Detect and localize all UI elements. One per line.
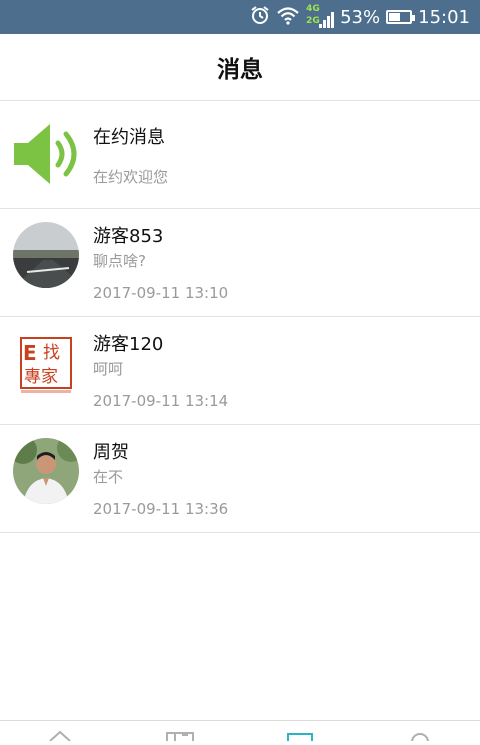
contact-name: 游客120 xyxy=(93,334,164,355)
tab-messages[interactable] xyxy=(240,721,360,745)
bottom-tab-bar xyxy=(0,720,480,745)
card-icon xyxy=(120,726,240,745)
title-bar: 消息 xyxy=(0,34,480,101)
message-preview: 聊点啥? xyxy=(93,252,146,270)
message-preview: 呵呵 xyxy=(93,360,124,378)
message-item-system[interactable]: 在约消息 在约欢迎您 xyxy=(0,101,480,209)
contact-name: 周贺 xyxy=(93,442,129,463)
contact-name: 在约消息 xyxy=(93,127,165,148)
person-photo-avatar xyxy=(13,438,79,504)
tab-profile[interactable] xyxy=(360,721,480,745)
road-photo-avatar xyxy=(13,222,79,288)
message-item[interactable]: 周贺 在不 2017-09-11 13:36 xyxy=(0,425,480,533)
tab-home[interactable] xyxy=(0,721,120,742)
signal-icon: 4G 2G xyxy=(306,4,335,30)
message-preview: 在约欢迎您 xyxy=(93,168,169,186)
status-bar: 4G 2G 53% 15:01 xyxy=(0,0,480,34)
home-icon xyxy=(0,726,120,745)
logo-letter: E xyxy=(23,341,37,365)
battery-icon xyxy=(386,10,416,24)
message-item[interactable]: 游客853 聊点啥? 2017-09-11 13:10 xyxy=(0,209,480,317)
message-icon xyxy=(240,726,360,745)
wifi-icon xyxy=(276,5,300,29)
message-list: 在约消息 在约欢迎您 游客853 聊点啥? 2017-09-11 13:10 E… xyxy=(0,101,480,533)
message-time: 2017-09-11 13:36 xyxy=(93,500,229,518)
message-time: 2017-09-11 13:14 xyxy=(93,392,229,410)
clock: 15:01 xyxy=(418,6,470,28)
status-bar-right: 4G 2G 53% 15:01 xyxy=(250,0,470,34)
message-preview: 在不 xyxy=(93,468,124,486)
contact-name: 游客853 xyxy=(93,226,164,247)
logo-char: 找 xyxy=(43,343,60,363)
message-time: 2017-09-11 13:10 xyxy=(93,284,229,302)
network-4g-label: 4G xyxy=(306,4,320,14)
message-item[interactable]: E 找 專家 游客120 呵呵 2017-09-11 13:14 xyxy=(0,317,480,425)
profile-icon xyxy=(360,726,480,745)
alarm-icon xyxy=(250,5,270,29)
tab-card[interactable] xyxy=(120,721,240,745)
page-title: 消息 xyxy=(217,57,263,83)
e-expert-logo: E 找 專家 xyxy=(13,330,79,396)
speaker-icon xyxy=(12,119,82,189)
logo-chars: 專家 xyxy=(24,367,58,387)
battery-percent: 53% xyxy=(340,6,381,28)
network-2g-label: 2G xyxy=(306,16,320,26)
